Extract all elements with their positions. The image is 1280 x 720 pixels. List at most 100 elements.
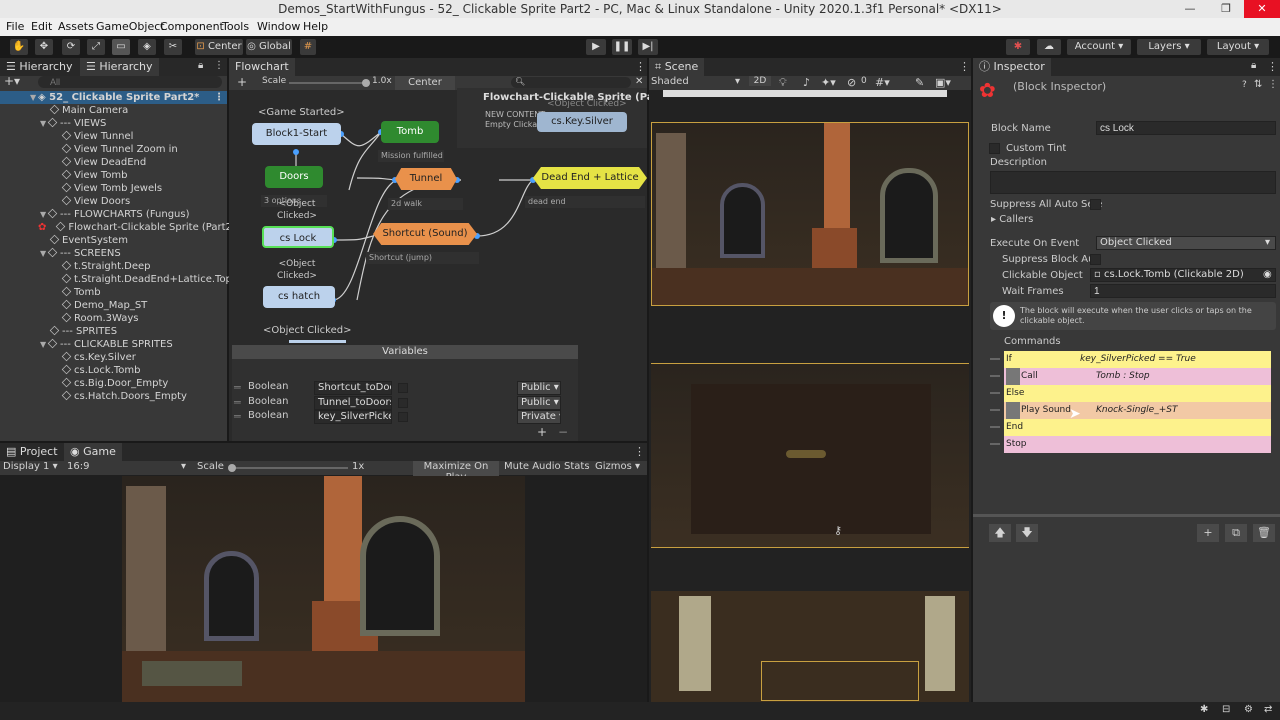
add-command-icon[interactable]: +	[1197, 524, 1219, 542]
hand-tool-icon[interactable]: ✋	[10, 39, 28, 55]
drag-handle-icon[interactable]: ═	[234, 396, 241, 409]
drag-handle-icon[interactable]: ═	[234, 410, 241, 423]
menu-file[interactable]: File	[6, 18, 24, 36]
scene-row[interactable]: ▼ ◈ 52_ Clickable Sprite Part2* ⋮	[0, 91, 227, 104]
description-field[interactable]	[990, 171, 1276, 194]
scale-slider-handle[interactable]	[362, 79, 370, 87]
hier-item[interactable]: ✿ Flowchart-Clickable Sprite (Part2)	[38, 221, 236, 234]
command-else[interactable]: Else	[1004, 385, 1271, 402]
grid-icon[interactable]: #▾	[875, 76, 890, 89]
audio-icon[interactable]: ♪	[803, 76, 810, 89]
command-if[interactable]: If key_SilverPicked == True	[1004, 351, 1271, 368]
command-play-sound[interactable]: Play Sound Knock-Single_+ST	[1004, 402, 1271, 419]
variable-value-checkbox[interactable]	[398, 383, 408, 393]
variable-row[interactable]: ═ Boolean Shortcut_toDoor Public ▾	[232, 381, 578, 395]
variable-row[interactable]: ═ Boolean Tunnel_toDoors Public ▾	[232, 396, 578, 410]
menu-tools[interactable]: Tools	[222, 18, 249, 36]
variable-value-checkbox[interactable]	[398, 412, 408, 422]
mute-audio-button[interactable]: Mute Audio	[504, 461, 561, 472]
variable-name-field[interactable]: key_SilverPicked	[314, 410, 392, 424]
hier-item[interactable]: View Tunnel Zoom in	[61, 143, 178, 156]
tab-scene[interactable]: ⌗ Scene	[649, 58, 705, 76]
stats-button[interactable]: Stats	[564, 461, 590, 472]
drag-handle-icon[interactable]	[990, 426, 1000, 428]
menu-component[interactable]: Component	[160, 18, 224, 36]
tab-hierarchy-2[interactable]: ☰ Hierarchy	[80, 58, 159, 76]
suppress-block-checkbox[interactable]	[1090, 254, 1101, 265]
add-variable-icon[interactable]: +	[537, 425, 547, 439]
scale-tool-icon[interactable]: ⤢	[87, 39, 105, 55]
menu-edit[interactable]: Edit	[31, 18, 52, 36]
hier-item[interactable]: ▼ --- CLICKABLE SPRITES	[40, 338, 173, 351]
hier-item[interactable]: View DeadEnd	[61, 156, 146, 169]
variable-name-field[interactable]: Shortcut_toDoor	[314, 381, 392, 395]
command-end[interactable]: End	[1004, 419, 1271, 436]
duplicate-command-icon[interactable]: ⧉	[1225, 524, 1247, 542]
hierarchy-search-input[interactable]	[38, 76, 222, 88]
hier-item[interactable]: cs.Lock.Tomb	[61, 364, 140, 377]
tab-inspector[interactable]: ⓘ Inspector	[973, 58, 1051, 76]
hier-item[interactable]: View Tomb	[61, 169, 128, 182]
shading-dropdown[interactable]: Shaded ▾	[651, 76, 743, 87]
drag-handle-icon[interactable]	[990, 375, 1000, 377]
clear-search-icon[interactable]: ✕	[635, 76, 643, 87]
tab-game[interactable]: ◉ Game	[64, 443, 122, 461]
tab-flowchart[interactable]: Flowchart	[229, 58, 295, 76]
effects-icon[interactable]: ✦▾	[821, 76, 836, 89]
callers-foldout[interactable]: ▸ Callers	[991, 214, 1033, 225]
scale-slider[interactable]	[289, 79, 370, 87]
move-tool-icon[interactable]: ✥	[35, 39, 53, 55]
block-block1-start[interactable]: Block1-Start	[252, 123, 341, 145]
hidden-objects-icon[interactable]: ⊘	[847, 76, 856, 89]
pause-icon[interactable]: ❚❚	[612, 39, 632, 55]
hier-item[interactable]: cs.Big.Door_Empty	[61, 377, 168, 390]
pivot-center-button[interactable]: ⊡ Center	[195, 39, 243, 55]
kebab-menu-icon[interactable]: ⋮	[634, 445, 645, 458]
lock-icon[interactable]: 🔒︎	[1251, 60, 1256, 71]
clickable-object-field[interactable]: ▫ cs.Lock.Tomb (Clickable 2D) ◉	[1090, 268, 1276, 282]
toggle-2d-button[interactable]: 2D	[749, 76, 771, 86]
hier-item[interactable]: cs.Key.Silver	[61, 351, 136, 364]
transform-tool-icon[interactable]: ◈	[138, 39, 156, 55]
drag-handle-icon[interactable]	[990, 443, 1000, 445]
variable-row[interactable]: ═ Boolean key_SilverPicked Private ▾	[232, 410, 578, 424]
variable-scope-dropdown[interactable]: Public ▾	[517, 396, 561, 410]
preset-icon[interactable]: ⇅	[1254, 79, 1262, 90]
block-cs-hatch[interactable]: cs hatch	[263, 286, 335, 308]
kebab-menu-icon[interactable]: ⋮	[1267, 60, 1278, 73]
variable-name-field[interactable]: Tunnel_toDoors	[314, 396, 392, 410]
block-cs-key-silver[interactable]: cs.Key.Silver	[537, 112, 627, 132]
menu-assets[interactable]: Assets	[58, 18, 94, 36]
delete-command-icon[interactable]: 🗑︎	[1253, 524, 1275, 542]
hier-item[interactable]: --- SPRITES	[49, 325, 117, 338]
drag-handle-icon[interactable]: ═	[234, 381, 241, 394]
suppress-all-checkbox[interactable]	[1090, 199, 1101, 210]
drag-handle-icon[interactable]	[990, 358, 1000, 360]
hier-item[interactable]: t.Straight.DeadEnd+Lattice.Toppn	[61, 273, 245, 286]
hier-item[interactable]: View Doors	[61, 195, 130, 208]
block-name-field[interactable]	[1096, 121, 1276, 135]
hier-item[interactable]: ▼ --- SCREENS	[40, 247, 121, 260]
help-icon[interactable]: ?	[1242, 80, 1247, 90]
variable-scope-dropdown[interactable]: Private ▾	[517, 410, 561, 424]
kebab-menu-icon[interactable]: ⋮	[635, 60, 646, 73]
kebab-menu-icon[interactable]: ⋮	[959, 60, 970, 73]
drag-handle-icon[interactable]	[990, 409, 1000, 411]
block-tunnel[interactable]: Tunnel	[395, 168, 457, 190]
pivot-global-button[interactable]: ◎ Global	[246, 39, 292, 55]
center-button[interactable]: Center	[395, 76, 455, 90]
add-icon[interactable]: +▾	[4, 74, 20, 88]
minimize-icon[interactable]: —	[1172, 0, 1208, 18]
step-icon[interactable]: ▶|	[638, 39, 658, 55]
game-scale-slider[interactable]	[228, 464, 348, 472]
scene-menu-icon[interactable]: ⋮	[214, 91, 224, 104]
cloud-icon[interactable]: ☁	[1037, 39, 1061, 55]
lock-icon[interactable]: 🔒︎	[198, 60, 203, 71]
flowchart-search-input[interactable]: 🔍︎	[511, 77, 631, 88]
hier-item[interactable]: t.Straight.Deep	[61, 260, 151, 273]
rect-tool-icon[interactable]: ▭	[112, 39, 130, 55]
display-dropdown[interactable]: Display 1 ▾	[3, 461, 58, 472]
menu-gameobject[interactable]: GameObject	[96, 18, 165, 36]
rotate-tool-icon[interactable]: ⟳	[62, 39, 80, 55]
component-menu-icon[interactable]: ⋮	[1268, 79, 1278, 90]
